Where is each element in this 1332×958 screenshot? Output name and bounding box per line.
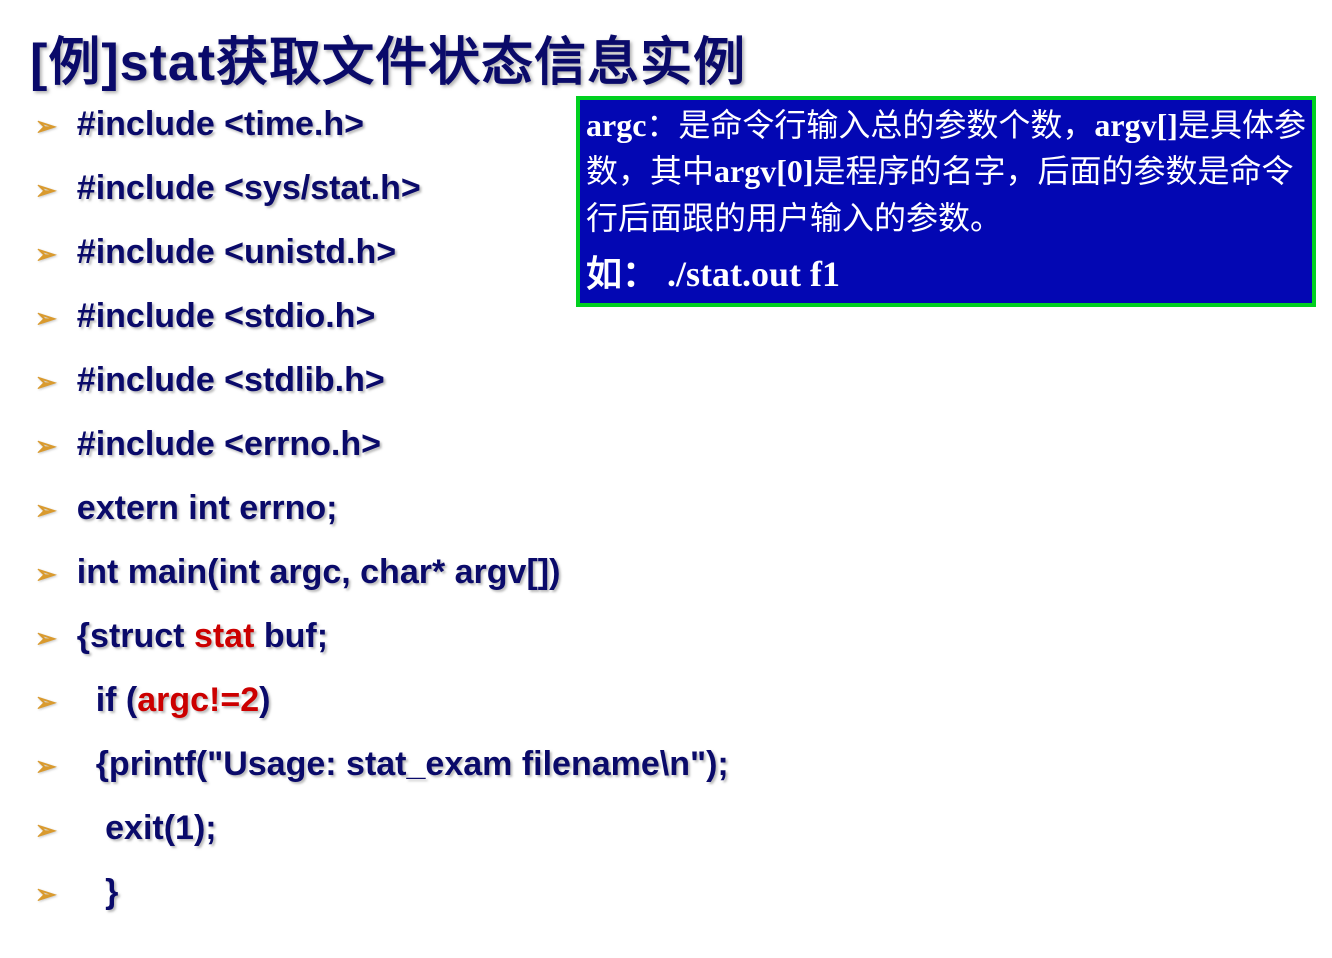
info-argv0: argv[0] (714, 153, 814, 189)
code-highlight: argc!=2 (137, 681, 259, 719)
code-highlight: stat (194, 617, 254, 655)
code-text: exit(1); (77, 809, 217, 847)
chevron-right-icon: ➢ (35, 489, 57, 531)
chevron-right-icon: ➢ (35, 873, 57, 915)
code-line-content: extern int errno; (77, 489, 338, 528)
slide-title: [例]stat获取文件状态信息实例 (30, 20, 1302, 95)
chevron-right-icon: ➢ (35, 361, 57, 403)
chevron-right-icon: ➢ (35, 809, 57, 851)
code-line-content: exit(1); (77, 809, 217, 848)
code-text: {printf("Usage: stat_exam filename\n"); (77, 745, 729, 783)
info-argv: argv[] (1094, 107, 1178, 143)
code-line-content: #include <time.h> (77, 105, 364, 144)
code-text: {struct (77, 617, 194, 655)
info-example: 如： ./stat.out f1 (586, 245, 1306, 297)
code-text: ) (259, 681, 270, 719)
code-line-content: if (argc!=2) (77, 681, 271, 720)
code-line: ➢ #include <errno.h> (30, 425, 1302, 467)
code-line-content: } (77, 873, 119, 912)
code-line: ➢ {struct stat buf; (30, 617, 1302, 659)
chevron-right-icon: ➢ (35, 233, 57, 275)
code-text: } (77, 873, 119, 911)
code-text: #include <sys/stat.h> (77, 169, 421, 207)
code-text: #include <errno.h> (77, 425, 381, 463)
code-line: ➢ int main(int argc, char* argv[]) (30, 553, 1302, 595)
code-text: #include <unistd.h> (77, 233, 396, 271)
code-text: buf; (254, 617, 328, 655)
code-line-content: #include <unistd.h> (77, 233, 396, 272)
code-line-content: #include <errno.h> (77, 425, 381, 464)
chevron-right-icon: ➢ (35, 105, 57, 147)
chevron-right-icon: ➢ (35, 617, 57, 659)
info-argc: argc (586, 107, 646, 143)
code-line-content: #include <stdlib.h> (77, 361, 385, 400)
code-line-content: {printf("Usage: stat_exam filename\n"); (77, 745, 729, 784)
code-line-content: #include <stdio.h> (77, 297, 376, 336)
code-text: #include <stdlib.h> (77, 361, 385, 399)
info-text: argc：是命令行输入总的参数个数，argv[]是具体参数，其中argv[0]是… (586, 102, 1306, 241)
info-example-cmd: ./stat.out f1 (658, 254, 840, 294)
chevron-right-icon: ➢ (35, 745, 57, 787)
chevron-right-icon: ➢ (35, 425, 57, 467)
code-line: ➢ } (30, 873, 1302, 915)
chevron-right-icon: ➢ (35, 681, 57, 723)
chevron-right-icon: ➢ (35, 297, 57, 339)
code-line: ➢ {printf("Usage: stat_exam filename\n")… (30, 745, 1302, 787)
code-line-content: #include <sys/stat.h> (77, 169, 421, 208)
code-text: extern int errno; (77, 489, 338, 527)
info-example-label: 如： (586, 254, 658, 294)
code-text: #include <time.h> (77, 105, 364, 143)
code-line: ➢ exit(1); (30, 809, 1302, 851)
chevron-right-icon: ➢ (35, 169, 57, 211)
code-text: if ( (77, 681, 137, 719)
chevron-right-icon: ➢ (35, 553, 57, 595)
code-line: ➢ if (argc!=2) (30, 681, 1302, 723)
code-line: ➢ extern int errno; (30, 489, 1302, 531)
code-line: ➢ #include <stdlib.h> (30, 361, 1302, 403)
code-text: int main(int argc, char* argv[]) (77, 553, 561, 591)
info-box: argc：是命令行输入总的参数个数，argv[]是具体参数，其中argv[0]是… (576, 96, 1316, 307)
code-line-content: int main(int argc, char* argv[]) (77, 553, 561, 592)
code-text: #include <stdio.h> (77, 297, 376, 335)
code-line-content: {struct stat buf; (77, 617, 328, 656)
info-line1-after: ：是命令行输入总的参数个数， (646, 107, 1094, 143)
